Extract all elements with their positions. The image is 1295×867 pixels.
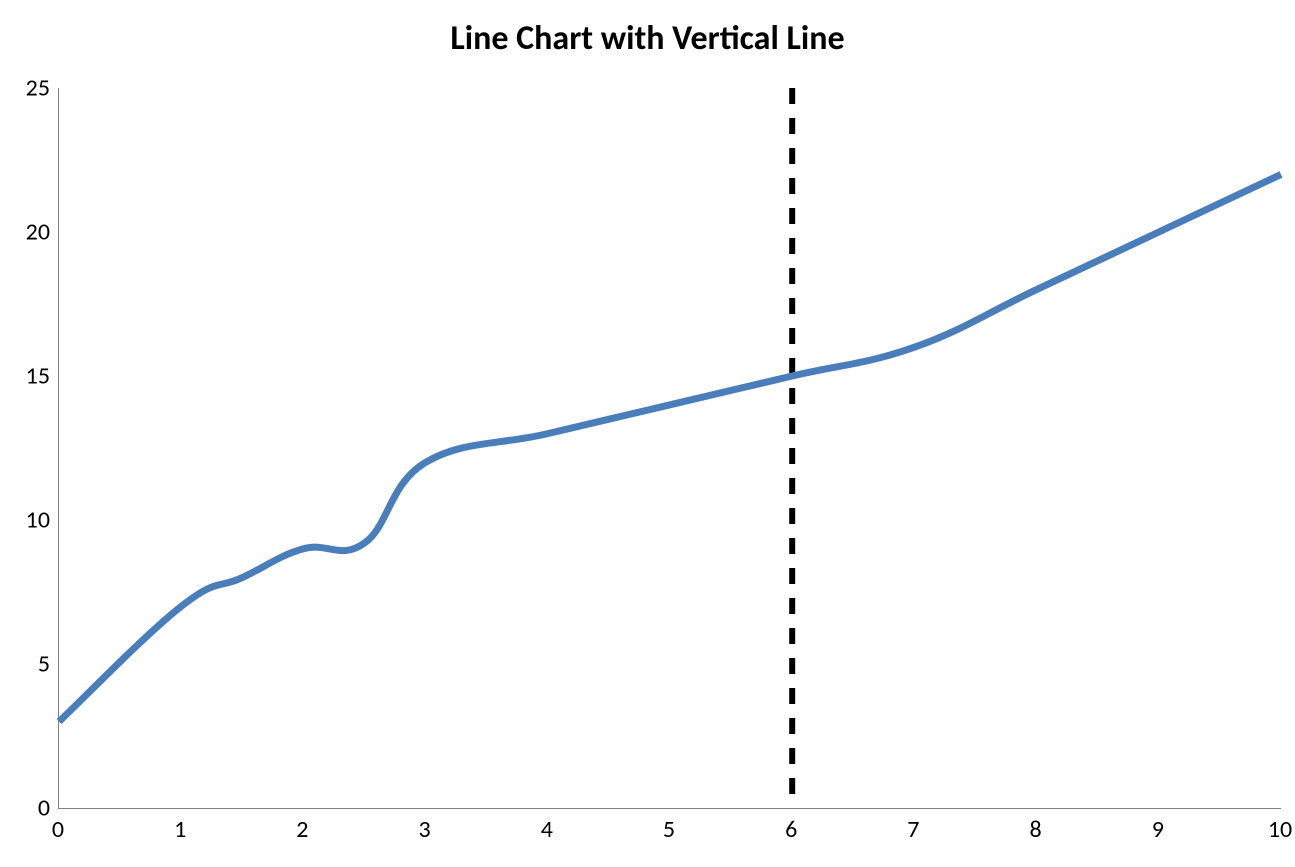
- data-series-line: [59, 174, 1281, 721]
- x-tick-label: 1: [174, 815, 186, 844]
- chart-container: Line Chart with Vertical Line 0510152025…: [0, 0, 1295, 867]
- y-tick-label: 25: [26, 74, 50, 103]
- plot-area: [58, 88, 1281, 809]
- y-tick-label: 15: [26, 362, 50, 391]
- x-tick-label: 3: [419, 815, 431, 844]
- x-tick-label: 4: [541, 815, 553, 844]
- x-tick-label: 9: [1152, 815, 1164, 844]
- x-tick-label: 6: [785, 815, 797, 844]
- y-tick-label: 20: [26, 218, 50, 247]
- x-tick-label: 10: [1268, 815, 1292, 844]
- y-tick-label: 10: [26, 506, 50, 535]
- chart-title: Line Chart with Vertical Line: [0, 18, 1295, 59]
- x-tick-label: 7: [907, 815, 919, 844]
- x-tick-label: 0: [52, 815, 64, 844]
- x-tick-label: 5: [663, 815, 675, 844]
- chart-svg: [59, 88, 1281, 809]
- x-tick-label: 2: [296, 815, 308, 844]
- y-tick-label: 0: [38, 794, 50, 823]
- x-tick-label: 8: [1030, 815, 1042, 844]
- y-tick-label: 5: [38, 650, 50, 679]
